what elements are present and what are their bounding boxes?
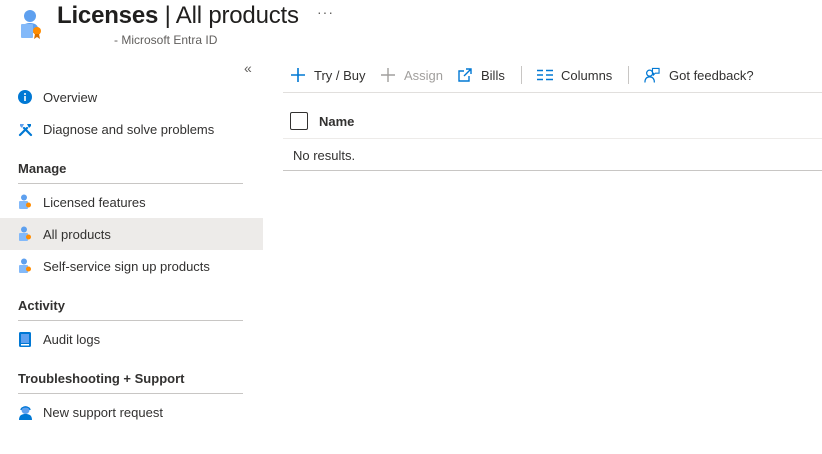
sidebar-item-licensed-features[interactable]: Licensed features <box>0 186 263 218</box>
book-icon <box>17 331 33 347</box>
page-subtitle: - Microsoft Entra ID <box>114 33 218 47</box>
page-title-main: Licenses <box>57 2 159 29</box>
toolbar-divider <box>521 66 522 84</box>
plus-icon <box>380 67 396 83</box>
section-title: Manage <box>18 161 67 176</box>
licenses-icon <box>18 9 44 39</box>
sidebar-item-label: All products <box>43 226 111 242</box>
column-header-name[interactable]: Name <box>319 114 354 129</box>
sidebar: « Overview Diagnose and solve problems M… <box>0 56 263 454</box>
assign-label: Assign <box>404 67 444 83</box>
try-buy-label: Try / Buy <box>314 67 366 83</box>
section-header-troubleshooting: Troubleshooting + Support <box>18 366 243 394</box>
bills-label: Bills <box>481 67 505 83</box>
section-title: Troubleshooting + Support <box>18 371 185 386</box>
grid-header: Name <box>283 104 822 139</box>
sidebar-item-label: Diagnose and solve problems <box>43 121 215 137</box>
columns-label: Columns <box>561 67 613 83</box>
external-link-icon <box>457 67 473 83</box>
section-header-activity: Activity <box>18 293 243 321</box>
select-all-checkbox[interactable] <box>290 112 308 130</box>
no-results-message: No results. <box>293 148 356 163</box>
page-title-sub: All products <box>175 2 299 29</box>
license-user-icon <box>17 226 33 242</box>
info-icon <box>17 89 33 105</box>
page-title: Licenses | All products <box>57 2 299 30</box>
sidebar-item-label: Overview <box>43 89 98 105</box>
feedback-icon <box>644 67 660 83</box>
sidebar-item-all-products[interactable]: All products <box>0 218 263 250</box>
plus-icon <box>290 67 306 83</box>
wrench-icon <box>17 121 33 137</box>
more-options-button[interactable]: ··· <box>317 4 334 20</box>
sidebar-item-self-service[interactable]: Self-service sign up products <box>0 250 263 282</box>
grid-empty-row: No results. <box>283 139 822 171</box>
sidebar-item-label: Self-service sign up products <box>43 258 210 274</box>
sidebar-item-overview[interactable]: Overview <box>0 81 263 113</box>
collapse-sidebar-button[interactable]: « <box>244 60 252 76</box>
sidebar-item-label: New support request <box>43 404 163 420</box>
assign-button[interactable]: Assign <box>380 64 443 86</box>
page-header: Licenses | All products ··· - Microsoft … <box>0 0 822 52</box>
try-buy-button[interactable]: Try / Buy <box>290 64 366 86</box>
section-title: Activity <box>18 298 65 313</box>
bills-button[interactable]: Bills <box>457 64 505 86</box>
section-header-manage: Manage <box>18 156 243 184</box>
columns-button[interactable]: Columns <box>537 64 612 86</box>
sidebar-item-audit-logs[interactable]: Audit logs <box>0 323 263 355</box>
toolbar-divider <box>628 66 629 84</box>
license-user-icon <box>17 194 33 210</box>
feedback-button[interactable]: Got feedback? <box>644 64 754 86</box>
columns-icon <box>537 67 553 83</box>
sidebar-item-label: Audit logs <box>43 331 101 347</box>
feedback-label: Got feedback? <box>669 67 754 83</box>
license-user-icon <box>17 258 33 274</box>
sidebar-item-new-support-request[interactable]: New support request <box>0 396 263 428</box>
page-title-separator: | <box>158 2 176 29</box>
command-bar: Try / Buy Assign Bills Columns Got feedb… <box>283 58 822 93</box>
support-person-icon <box>17 404 33 420</box>
sidebar-item-label: Licensed features <box>43 194 146 210</box>
sidebar-item-diagnose[interactable]: Diagnose and solve problems <box>0 113 263 145</box>
